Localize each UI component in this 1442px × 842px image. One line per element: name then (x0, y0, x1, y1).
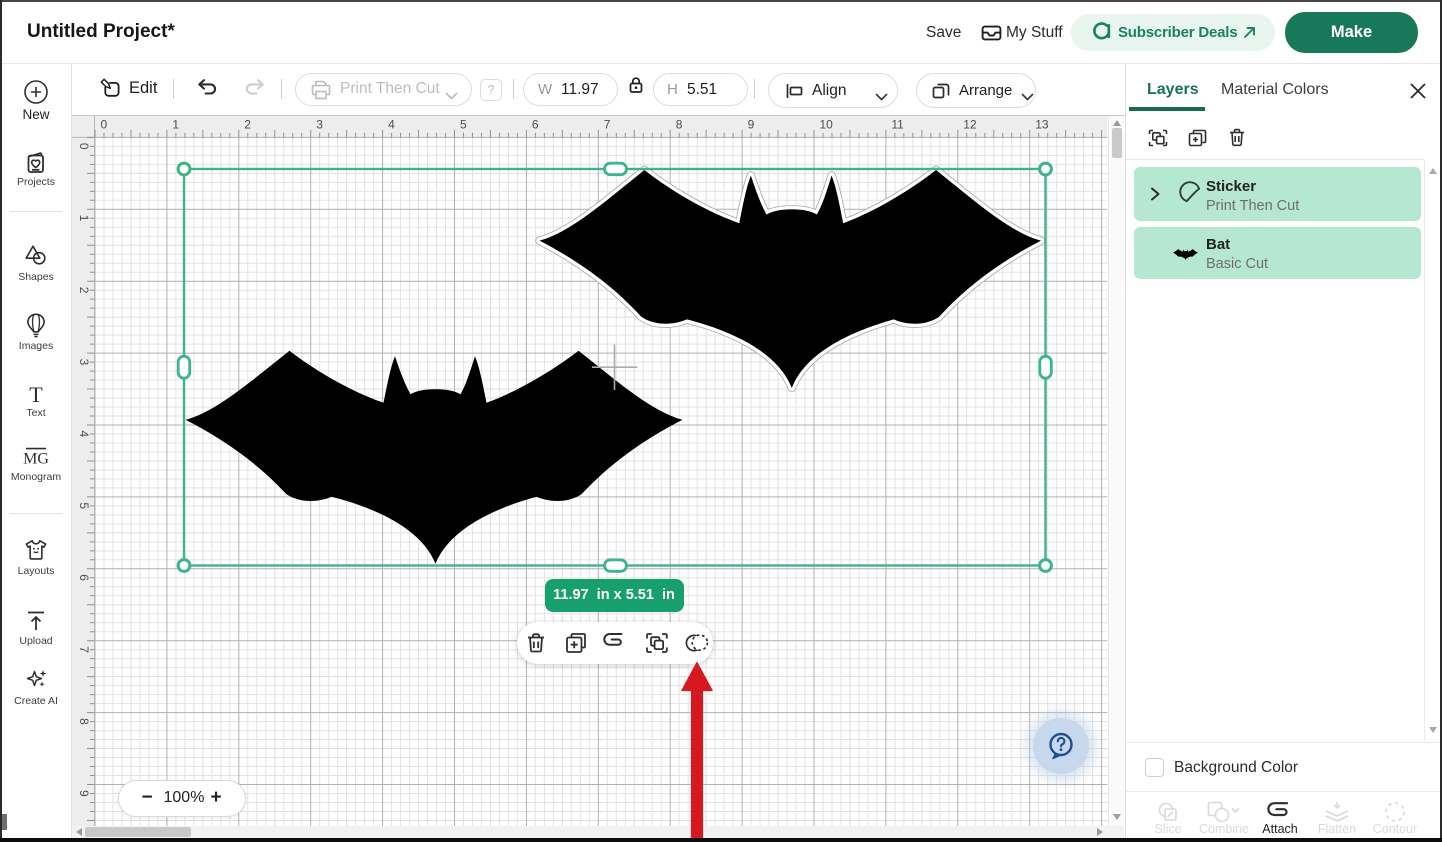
svg-text:11: 11 (891, 117, 904, 131)
svg-text:10: 10 (820, 117, 834, 131)
svg-text:2: 2 (244, 117, 251, 131)
svg-text:1: 1 (172, 117, 179, 131)
svg-text:3: 3 (316, 117, 323, 131)
svg-text:MG: MG (23, 451, 49, 468)
svg-text:1: 1 (77, 215, 91, 222)
svg-text:8: 8 (77, 718, 91, 725)
svg-text:9: 9 (77, 790, 91, 797)
svg-text:6: 6 (77, 574, 91, 581)
svg-text:7: 7 (604, 117, 611, 131)
svg-text:5: 5 (460, 117, 467, 131)
svg-text:5: 5 (77, 502, 91, 509)
svg-text:8: 8 (676, 117, 683, 131)
svg-text:9: 9 (748, 117, 755, 131)
svg-text:6: 6 (532, 117, 539, 131)
svg-text:13: 13 (1035, 117, 1049, 131)
svg-text:7: 7 (77, 646, 91, 653)
svg-text:2: 2 (77, 287, 91, 294)
svg-text:12: 12 (963, 117, 977, 131)
svg-text:3: 3 (77, 359, 91, 366)
svg-text:T: T (29, 384, 43, 406)
svg-text:0: 0 (101, 117, 108, 131)
svg-text:0: 0 (77, 143, 91, 150)
svg-text:4: 4 (77, 431, 91, 438)
svg-text:4: 4 (388, 117, 395, 131)
